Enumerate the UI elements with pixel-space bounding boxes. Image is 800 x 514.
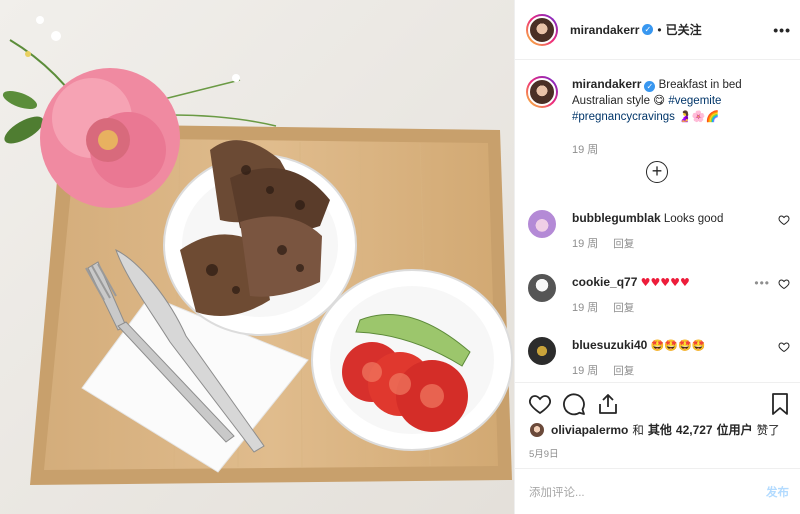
- add-comment-input[interactable]: 添加评论...: [529, 484, 585, 500]
- likes-suffix[interactable]: 位用户: [717, 421, 753, 438]
- comment-meta: 19 周 回复: [572, 362, 634, 378]
- post-header: mirandakerr ✓ • 已关注 •••: [515, 0, 800, 60]
- comment-item: bubblegumblak Looks good 19 周 回复: [526, 208, 792, 250]
- post-photo[interactable]: [0, 0, 514, 514]
- commenter-username[interactable]: cookie_q77: [572, 275, 637, 289]
- commenter-avatar[interactable]: [526, 208, 558, 240]
- breakfast-tray-image: [0, 0, 514, 514]
- caption-timestamp[interactable]: 19 周: [572, 141, 598, 157]
- verified-badge-icon: ✓: [644, 81, 656, 92]
- likes-count[interactable]: 42,727: [676, 423, 713, 437]
- commenter-username[interactable]: bluesuzuki40: [572, 338, 647, 352]
- liker-avatar[interactable]: [529, 421, 545, 438]
- post-caption: mirandakerr ✓ Breakfast in bed Australian…: [526, 76, 792, 125]
- action-bar: [515, 382, 800, 424]
- comment-meta: 19 周 回复: [572, 235, 634, 251]
- like-comment-heart-icon[interactable]: [778, 278, 790, 290]
- commenter-username[interactable]: bubblegumblak: [572, 211, 661, 225]
- reply-button[interactable]: 回复: [613, 365, 634, 377]
- like-heart-icon[interactable]: [528, 392, 552, 416]
- likes-others-link[interactable]: 其他: [648, 421, 672, 438]
- likes-summary: oliviapalermo 和 其他 42,727 位用户 赞了: [529, 421, 780, 438]
- like-comment-heart-icon[interactable]: [778, 214, 790, 226]
- comment-text: ♥♥♥♥♥: [640, 276, 690, 289]
- comment-text: Looks good: [663, 213, 724, 225]
- author-username[interactable]: mirandakerr: [570, 23, 639, 37]
- likes-liked-text: 赞了: [756, 424, 780, 437]
- separator-dot: •: [657, 22, 662, 37]
- caption-author-username[interactable]: mirandakerr: [572, 77, 641, 91]
- caption-author-avatar[interactable]: [526, 76, 558, 108]
- post-sidebar: mirandakerr ✓ • 已关注 ••• mirandakerr ✓ Bre…: [514, 0, 800, 514]
- load-more-comments-icon[interactable]: +: [646, 161, 668, 183]
- comment-timestamp[interactable]: 19 周: [572, 302, 598, 314]
- author-avatar[interactable]: [526, 13, 558, 46]
- add-comment-bar: 添加评论... 发布: [515, 468, 800, 514]
- comment-options-icon[interactable]: •••: [754, 276, 770, 290]
- save-bookmark-icon[interactable]: [768, 392, 792, 416]
- liker-username[interactable]: oliviapalermo: [551, 423, 628, 437]
- post-date[interactable]: 5月9日: [529, 446, 559, 460]
- more-options-icon[interactable]: •••: [773, 22, 791, 38]
- share-icon[interactable]: [596, 392, 620, 416]
- comment-timestamp[interactable]: 19 周: [572, 365, 598, 377]
- commenter-avatar[interactable]: [526, 335, 558, 367]
- comment-text: 🤩🤩🤩🤩: [650, 339, 706, 352]
- comment-timestamp[interactable]: 19 周: [572, 238, 598, 250]
- verified-badge-icon: ✓: [642, 24, 654, 35]
- reply-button[interactable]: 回复: [613, 238, 634, 250]
- comment-item: bluesuzuki40 🤩🤩🤩🤩 19 周 回复: [526, 335, 792, 377]
- commenter-avatar[interactable]: [526, 272, 558, 304]
- caption-emojis: 🤰🌸🌈: [678, 110, 720, 123]
- comment-item: cookie_q77 ♥♥♥♥♥ 19 周 回复 •••: [526, 272, 792, 314]
- following-button[interactable]: 已关注: [666, 21, 702, 38]
- post-comment-button[interactable]: 发布: [766, 484, 789, 500]
- reply-button[interactable]: 回复: [613, 302, 634, 314]
- caption-text-block: mirandakerr ✓ Breakfast in bed Australian…: [572, 76, 792, 125]
- likes-and-text: 和: [632, 424, 644, 437]
- hashtag-vegemite[interactable]: #vegemite: [668, 95, 721, 107]
- like-comment-heart-icon[interactable]: [778, 341, 790, 353]
- hashtag-pregnancycravings[interactable]: #pregnancycravings: [572, 111, 675, 123]
- comment-meta: 19 周 回复: [572, 299, 634, 315]
- comment-bubble-icon[interactable]: [562, 392, 586, 416]
